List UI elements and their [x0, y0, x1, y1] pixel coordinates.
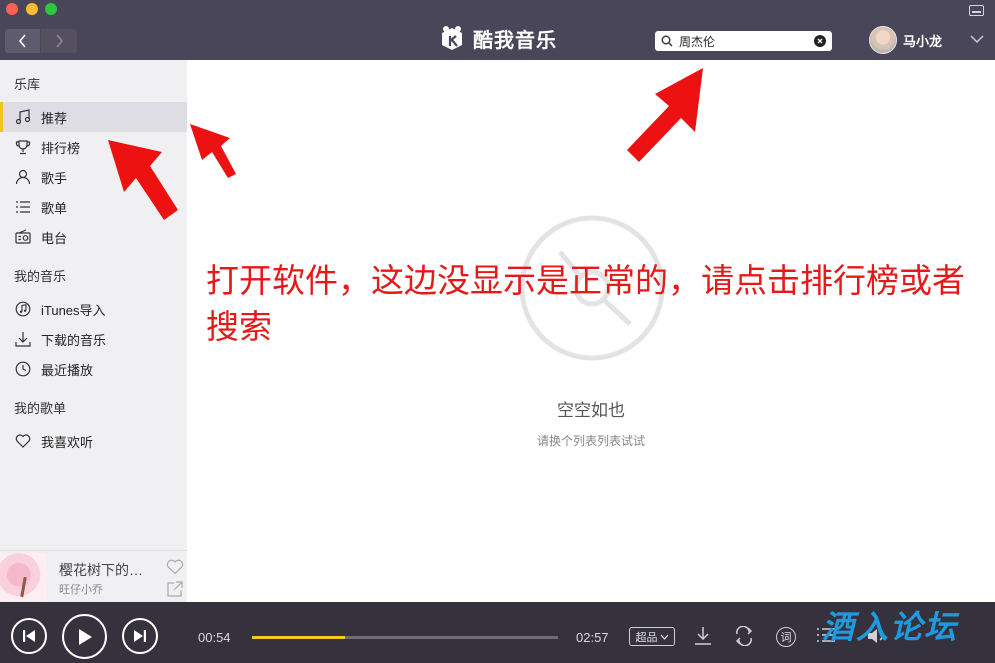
empty-state-subtitle: 请换个列表列表试试: [536, 434, 645, 448]
radio-icon: [14, 228, 32, 246]
mini-player-icon[interactable]: [969, 5, 984, 16]
itunes-icon: [14, 300, 32, 318]
clear-search-button[interactable]: [814, 35, 826, 47]
chevron-down-icon: [660, 634, 668, 640]
sidebar-item-recent[interactable]: 最近播放: [0, 354, 187, 384]
previous-button[interactable]: [11, 618, 47, 654]
quality-selector[interactable]: 超品: [629, 627, 675, 646]
back-button[interactable]: [5, 29, 41, 53]
now-playing-artist[interactable]: 旺仔小乔: [59, 581, 103, 597]
window-close-button[interactable]: [6, 3, 18, 15]
trophy-icon: [14, 138, 32, 156]
music-note-icon: [14, 108, 32, 126]
next-button[interactable]: [122, 618, 158, 654]
person-icon: [14, 168, 32, 186]
share-icon[interactable]: [167, 581, 183, 597]
forward-button[interactable]: [41, 29, 77, 53]
chevron-left-icon: [18, 34, 26, 48]
section-title-my-music: 我的音乐: [14, 269, 67, 284]
progress-fill: [252, 636, 346, 639]
section-title-library: 乐库: [14, 77, 41, 92]
window-minimize-button[interactable]: [26, 3, 38, 15]
window-maximize-button[interactable]: [45, 3, 57, 15]
annotation-arrow-icon: [627, 68, 703, 162]
sidebar-item-radio[interactable]: 电台: [0, 222, 187, 252]
avatar[interactable]: [869, 26, 897, 54]
empty-state-title: 空空如也: [557, 401, 625, 420]
sidebar-item-label: 我喜欢听: [41, 434, 94, 450]
quality-label: 超品: [635, 631, 658, 644]
search-box[interactable]: [655, 31, 832, 51]
sidebar-item-recommend[interactable]: 推荐: [0, 102, 187, 132]
repeat-icon[interactable]: [733, 626, 755, 646]
skip-forward-icon: [134, 630, 146, 642]
list-icon: [14, 198, 32, 216]
section-title-my-playlists: 我的歌单: [14, 401, 67, 416]
sidebar-item-label: 歌单: [41, 200, 68, 216]
play-button[interactable]: [62, 614, 107, 659]
sidebar-item-label: 推荐: [41, 110, 68, 126]
kuwo-logo-icon: [442, 26, 462, 50]
sidebar-item-label: 最近播放: [41, 362, 94, 378]
sidebar-item-label: 下载的音乐: [41, 332, 107, 348]
chevron-right-icon: [56, 34, 64, 48]
app-brand: 酷我音乐: [437, 22, 557, 54]
sidebar-item-downloads[interactable]: 下载的音乐: [0, 324, 187, 354]
search-icon: [661, 35, 673, 47]
sidebar-item-favorites[interactable]: 我喜欢听: [0, 426, 187, 456]
sidebar-item-label: 排行榜: [41, 140, 81, 156]
download-icon[interactable]: [694, 626, 712, 646]
search-input[interactable]: [679, 34, 809, 48]
username[interactable]: 马小龙: [903, 31, 942, 50]
now-playing-title[interactable]: 樱花树下的…: [59, 560, 143, 580]
lyrics-label: 词: [780, 632, 792, 644]
play-icon: [78, 628, 92, 645]
heart-icon[interactable]: [166, 559, 184, 575]
sidebar-item-label: iTunes导入: [41, 302, 106, 318]
annotation-arrow-icon: [108, 140, 178, 220]
app-title: 酷我音乐: [473, 29, 557, 52]
sidebar-item-itunes-import[interactable]: iTunes导入: [0, 294, 187, 324]
forum-watermark: 酒入论坛: [822, 608, 959, 646]
sidebar-item-label: 歌手: [41, 170, 68, 186]
progress-bar[interactable]: [252, 636, 558, 639]
title-bar: 酷我音乐 马小龙: [0, 0, 995, 60]
total-time: 02:57: [576, 630, 609, 645]
close-icon: [817, 38, 823, 44]
history-nav: [5, 29, 77, 53]
album-cover[interactable]: [0, 553, 47, 601]
annotation-text: 打开软件，这边没显示是正常的，请点击排行榜或者搜索: [206, 261, 965, 346]
chevron-down-icon[interactable]: [970, 34, 984, 44]
download-icon: [14, 330, 32, 348]
annotation-arrow-icon: [190, 124, 236, 178]
heart-icon: [14, 432, 32, 450]
skip-back-icon: [23, 630, 35, 642]
now-playing-card[interactable]: 樱花树下的… 旺仔小乔: [0, 550, 187, 602]
sidebar-item-label: 电台: [41, 230, 68, 246]
clock-icon: [14, 360, 32, 378]
user-menu[interactable]: 马小龙: [869, 26, 942, 54]
current-time: 00:54: [198, 630, 231, 645]
lyrics-button[interactable]: 词: [776, 627, 796, 647]
